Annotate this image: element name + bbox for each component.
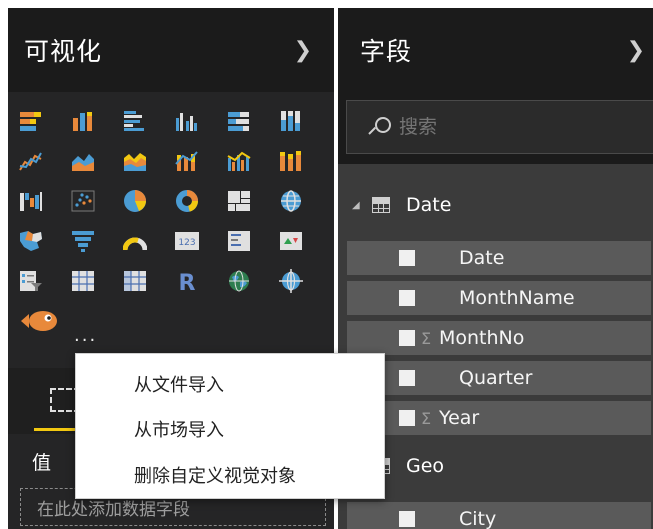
field-name: MonthName <box>459 287 575 309</box>
treemap-icon[interactable] <box>226 188 252 214</box>
sigma-icon: Σ <box>421 328 432 348</box>
gauge-icon[interactable] <box>122 228 148 254</box>
visualizations-header: 可视化 ❯ <box>8 8 334 92</box>
field-name: Quarter <box>459 367 533 389</box>
funnel-icon[interactable] <box>70 228 96 254</box>
kpi-icon[interactable] <box>278 228 304 254</box>
field-item-monthno[interactable]: Σ MonthNo <box>347 321 651 355</box>
stacked-area-chart-icon[interactable] <box>122 148 148 174</box>
field-item-monthname[interactable]: MonthName <box>347 281 651 315</box>
field-item-city[interactable]: City <box>347 502 651 529</box>
area-chart-icon[interactable] <box>70 148 96 174</box>
slicer-icon[interactable] <box>18 268 44 294</box>
field-checkbox[interactable] <box>399 330 415 346</box>
fields-header: 字段 ❯ <box>338 8 653 92</box>
svg-text:R: R <box>179 271 196 293</box>
field-name: Year <box>439 407 480 429</box>
ribbon-chart-icon[interactable] <box>278 148 304 174</box>
multi-row-card-icon[interactable] <box>226 228 252 254</box>
100-percent-stacked-column-chart-icon[interactable] <box>278 108 304 134</box>
field-checkbox[interactable] <box>399 511 415 527</box>
stacked-column-chart-icon[interactable] <box>70 108 96 134</box>
map-icon[interactable] <box>278 188 304 214</box>
collapse-fields-icon[interactable]: ❯ <box>627 38 645 63</box>
field-checkbox[interactable] <box>399 290 415 306</box>
search-input[interactable] <box>399 116 619 138</box>
field-name: City <box>459 508 497 529</box>
line-and-clustered-column-chart-icon[interactable] <box>226 148 252 174</box>
stacked-bar-chart-icon[interactable] <box>18 108 44 134</box>
donut-chart-icon[interactable] <box>174 188 200 214</box>
waterfall-chart-icon[interactable] <box>18 188 44 214</box>
globe-map-icon[interactable] <box>226 268 252 294</box>
menu-item-import-from-marketplace[interactable]: 从市场导入 <box>76 409 384 449</box>
clustered-bar-chart-icon[interactable] <box>122 108 148 134</box>
search-icon <box>367 115 391 139</box>
table-icon <box>372 197 390 213</box>
fields-pane: 字段 ❯ ◢ Date Date MonthName Σ MonthNo Qua… <box>338 8 653 529</box>
r-script-visual-icon[interactable]: R <box>174 268 200 294</box>
table-icon[interactable] <box>70 268 96 294</box>
custom-fish-visual-icon[interactable] <box>18 308 60 334</box>
100-percent-stacked-bar-chart-icon[interactable] <box>226 108 252 134</box>
field-checkbox[interactable] <box>399 410 415 426</box>
values-label: 值 <box>32 452 52 474</box>
sigma-icon: Σ <box>421 408 432 428</box>
menu-item-import-from-file[interactable]: 从文件导入 <box>76 364 384 404</box>
fields-title: 字段 <box>360 37 413 66</box>
field-name: Date <box>459 247 505 269</box>
line-chart-icon[interactable] <box>18 148 44 174</box>
table-name: Date <box>406 194 452 216</box>
line-and-stacked-column-chart-icon[interactable] <box>174 148 200 174</box>
field-item-year[interactable]: Σ Year <box>347 401 651 435</box>
search-box[interactable] <box>346 100 653 154</box>
field-name: MonthNo <box>439 327 525 349</box>
field-item-quarter[interactable]: Quarter <box>347 361 651 395</box>
collapse-visualizations-icon[interactable]: ❯ <box>294 38 312 63</box>
collapse-arrow-icon[interactable]: ◢ <box>352 200 366 211</box>
menu-item-delete-custom-visual[interactable]: 删除自定义视觉对象 <box>76 455 384 495</box>
table-row-date[interactable]: ◢ Date <box>338 183 653 227</box>
table-name: Geo <box>406 455 445 477</box>
svg-text:123: 123 <box>178 238 195 248</box>
pie-chart-icon[interactable] <box>122 188 148 214</box>
matrix-icon[interactable] <box>122 268 148 294</box>
field-item-date[interactable]: Date <box>347 241 651 275</box>
visualizations-title: 可视化 <box>24 37 103 66</box>
arcgis-map-icon[interactable] <box>278 268 304 294</box>
scatter-chart-icon[interactable] <box>70 188 96 214</box>
table-row-geo[interactable]: ◢ Geo <box>338 444 653 488</box>
filled-map-icon[interactable] <box>18 228 44 254</box>
card-icon[interactable]: 123 <box>174 228 200 254</box>
field-checkbox[interactable] <box>399 250 415 266</box>
import-visual-context-menu: 从文件导入 从市场导入 删除自定义视觉对象 <box>75 353 385 499</box>
field-checkbox[interactable] <box>399 370 415 386</box>
clustered-column-chart-icon[interactable] <box>174 108 200 134</box>
